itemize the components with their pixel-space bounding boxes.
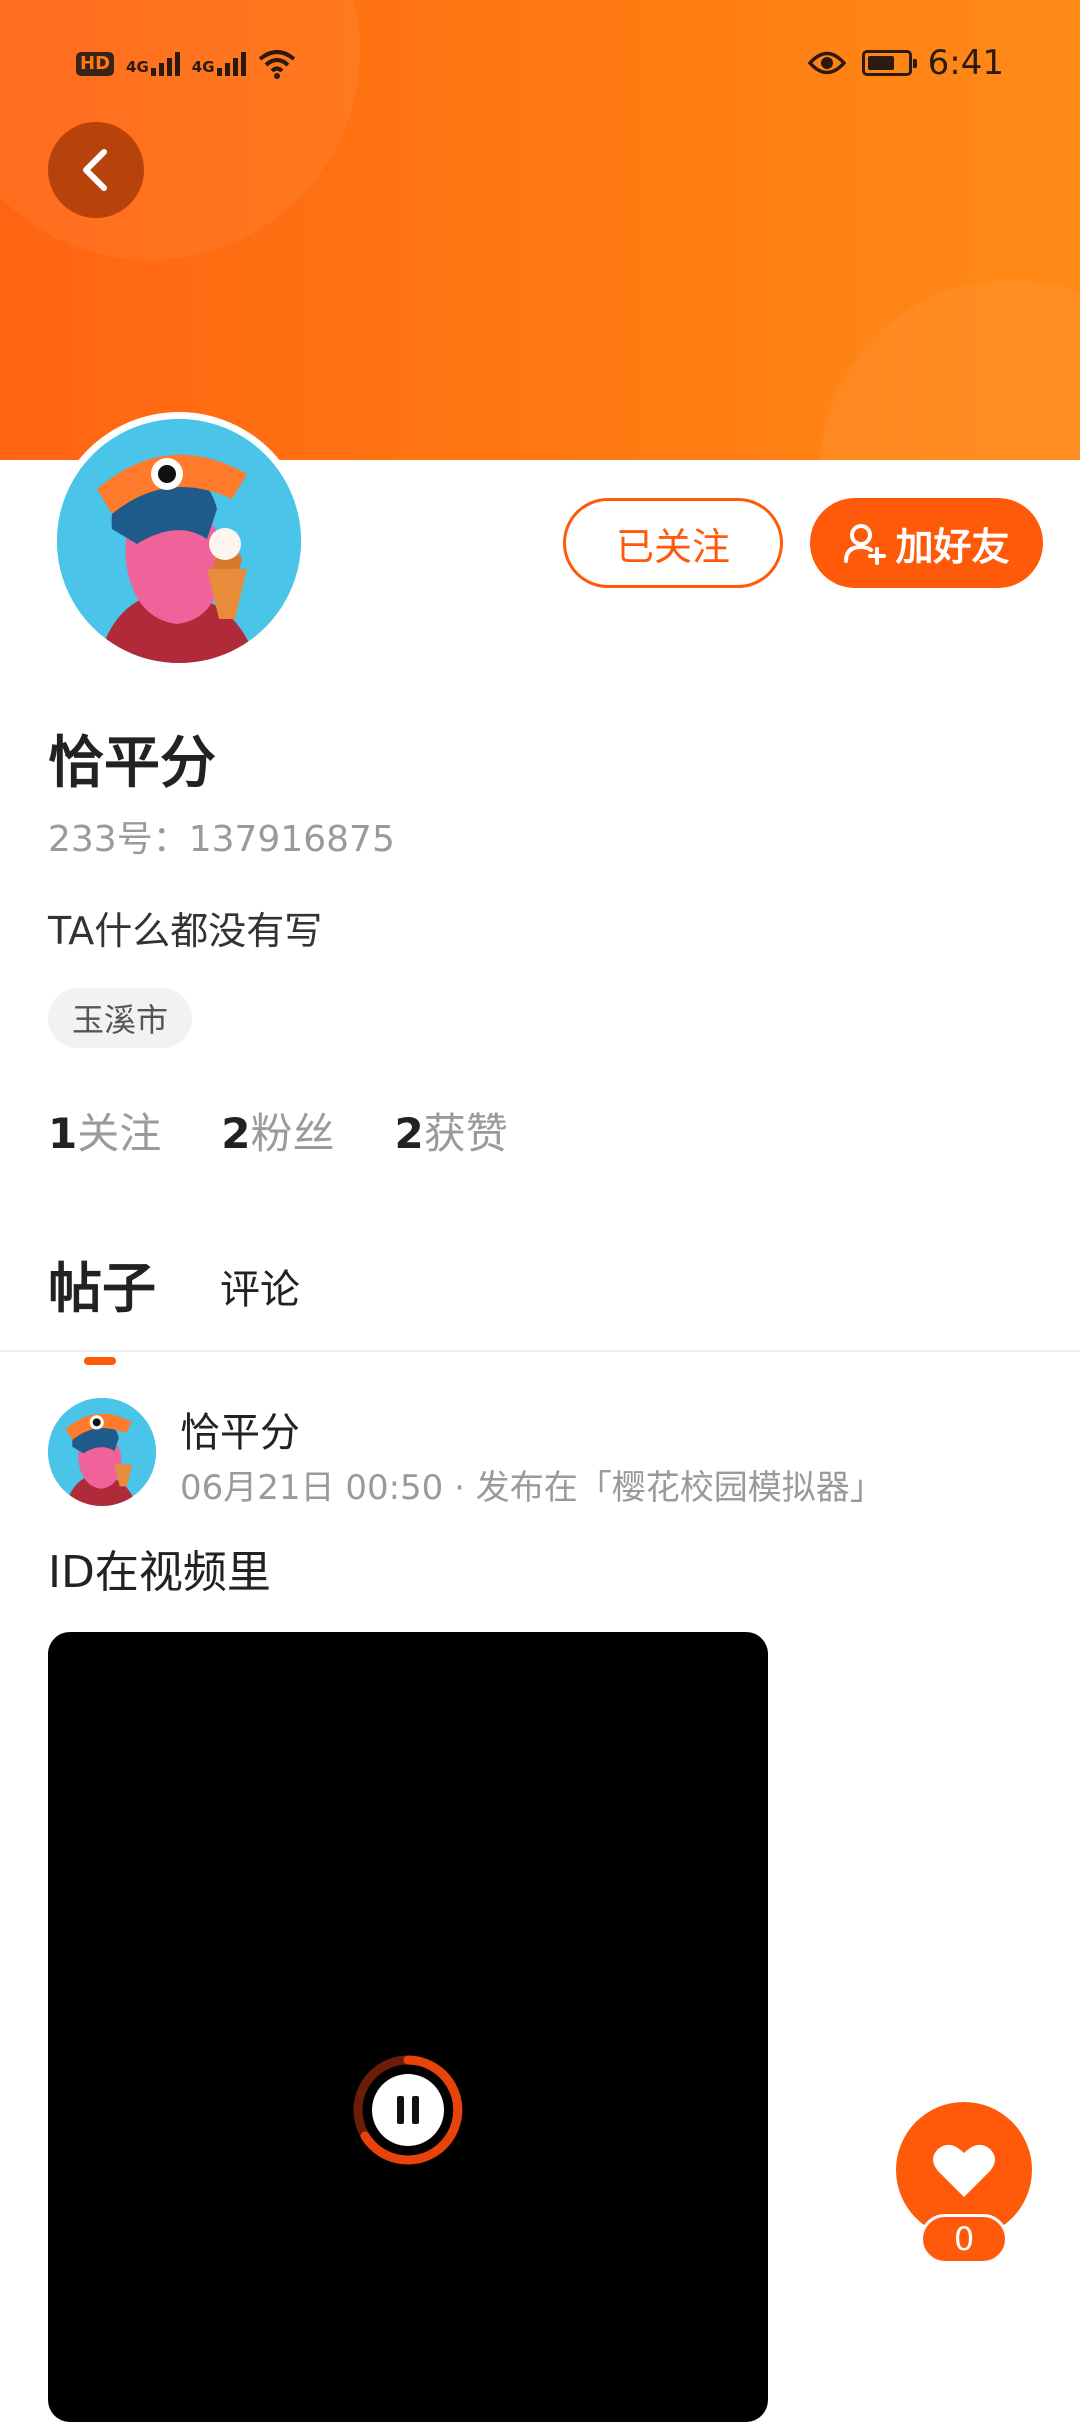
battery-icon — [861, 50, 917, 76]
profile-bio: TA什么都没有写 — [48, 909, 323, 953]
post-meta: 06月21日 00:50 · 发布在「樱花校园模拟器」 — [180, 1468, 884, 1508]
followed-button-label: 已关注 — [615, 524, 730, 569]
tab-comments-label: 评论 — [220, 1267, 300, 1313]
tab-comments[interactable]: 评论 — [220, 1257, 300, 1323]
add-friend-label: 加好友 — [895, 524, 1010, 569]
profile-name: 恰平分 — [48, 731, 216, 796]
profile-avatar[interactable] — [50, 412, 308, 670]
sim-signal-1: 4G — [126, 52, 180, 76]
stat-fans-label: 粉丝 — [250, 1109, 335, 1158]
video-pause-button[interactable] — [348, 2050, 468, 2170]
hd-badge: HD — [76, 52, 115, 76]
post-video[interactable] — [48, 1632, 768, 2422]
add-friend-button[interactable]: 加好友 — [810, 498, 1043, 588]
tab-indicator — [84, 1357, 116, 1365]
location-tag: 玉溪市 — [48, 988, 193, 1048]
stat-fans-value: 2 — [221, 1109, 251, 1158]
tabs-divider — [0, 1350, 1080, 1352]
avatar-illustration — [57, 419, 301, 663]
followed-button[interactable]: 已关注 — [563, 498, 783, 588]
like-count: 0 — [920, 2214, 1008, 2264]
post-author-name[interactable]: 恰平分 — [180, 1400, 300, 1458]
add-user-icon — [844, 524, 887, 565]
wifi-icon — [258, 50, 295, 79]
post-text[interactable]: ID在视频里 — [48, 1536, 271, 1600]
chevron-left-icon — [83, 149, 107, 191]
stat-likes-value: 2 — [394, 1109, 424, 1158]
network-type-2: 4G — [191, 58, 215, 76]
stat-likes-label: 获赞 — [423, 1109, 508, 1158]
tab-posts[interactable]: 帖子 — [48, 1244, 156, 1365]
sim-signal-2: 4G — [192, 52, 246, 76]
signal-bars-icon — [150, 52, 180, 76]
profile-stats: 1关注 2粉丝 2获赞 — [48, 1100, 508, 1161]
location-label: 玉溪市 — [72, 1001, 169, 1039]
status-bar: HD 4G 4G 6:41 — [0, 0, 1080, 130]
profile-uid[interactable]: 233号：137916875 — [48, 810, 395, 862]
status-right: 6:41 — [807, 40, 1004, 86]
stat-following-value: 1 — [48, 1109, 78, 1158]
profile-tabs: 帖子 评论 — [48, 1244, 300, 1365]
stat-following-label: 关注 — [77, 1109, 162, 1158]
signal-bars-icon — [216, 52, 246, 76]
avatar-illustration — [48, 1398, 156, 1506]
network-type-1: 4G — [126, 58, 149, 76]
stat-following[interactable]: 1关注 — [48, 1100, 161, 1161]
tab-posts-label: 帖子 — [48, 1257, 156, 1320]
stat-fans[interactable]: 2粉丝 — [221, 1100, 334, 1161]
heart-icon — [933, 2144, 995, 2197]
like-count-value: 0 — [953, 2220, 975, 2258]
post-author-avatar[interactable] — [48, 1398, 156, 1506]
status-time: 6:41 — [927, 43, 1004, 83]
eye-icon — [807, 51, 846, 75]
status-left: HD 4G 4G — [76, 44, 296, 84]
pause-icon — [353, 2055, 463, 2165]
back-button[interactable] — [48, 122, 144, 218]
stat-likes: 2获赞 — [395, 1100, 508, 1161]
